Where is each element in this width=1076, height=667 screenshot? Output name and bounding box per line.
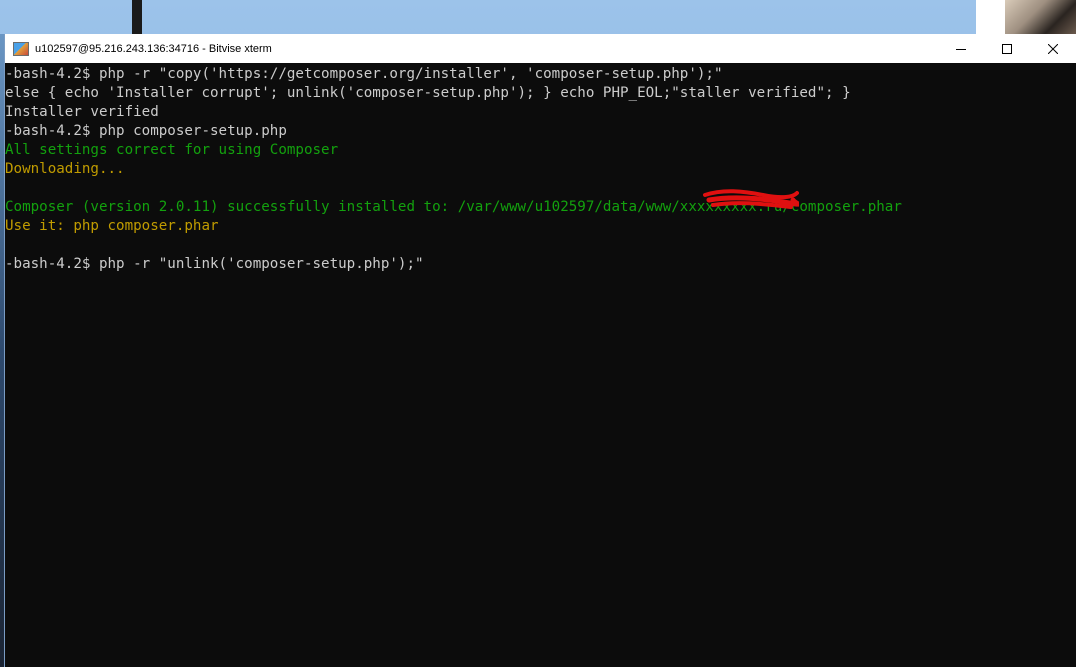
maximize-button[interactable] — [984, 34, 1030, 63]
background-photo — [1005, 0, 1076, 34]
terminal-window[interactable]: u102597@95.216.243.136:34716 - Bitvise x… — [4, 34, 1076, 667]
desktop-background: u102597@95.216.243.136:34716 - Bitvise x… — [0, 0, 1076, 667]
minimize-button[interactable] — [938, 34, 984, 63]
bitvise-xterm-icon[interactable] — [13, 41, 29, 56]
close-button[interactable] — [1030, 34, 1076, 63]
terminal-output[interactable]: -bash-4.2$ php -r "copy('https://getcomp… — [5, 65, 1076, 665]
maximize-icon — [1002, 43, 1012, 54]
terminal-line: Downloading... — [5, 161, 125, 177]
terminal-line: All settings correct for using Composer — [5, 142, 339, 158]
terminal-line: Use it: php composer.phar — [5, 218, 219, 234]
background-pole — [132, 0, 142, 34]
close-icon — [1048, 43, 1058, 54]
window-title: u102597@95.216.243.136:34716 - Bitvise x… — [35, 42, 272, 55]
terminal-line: Composer (version 2.0.11) successfully i… — [5, 199, 902, 215]
background-window-edge — [976, 0, 1005, 34]
title-bar[interactable]: u102597@95.216.243.136:34716 - Bitvise x… — [5, 34, 1076, 63]
terminal-line: else { echo 'Installer corrupt'; unlink(… — [5, 85, 851, 101]
terminal-line: -bash-4.2$ php -r "copy('https://getcomp… — [5, 66, 723, 82]
terminal-line: Installer verified — [5, 104, 159, 120]
terminal-line: -bash-4.2$ php -r "unlink('composer-setu… — [5, 256, 424, 272]
minimize-icon — [956, 48, 966, 50]
terminal-line: -bash-4.2$ php composer-setup.php — [5, 123, 287, 139]
window-controls — [938, 34, 1076, 63]
